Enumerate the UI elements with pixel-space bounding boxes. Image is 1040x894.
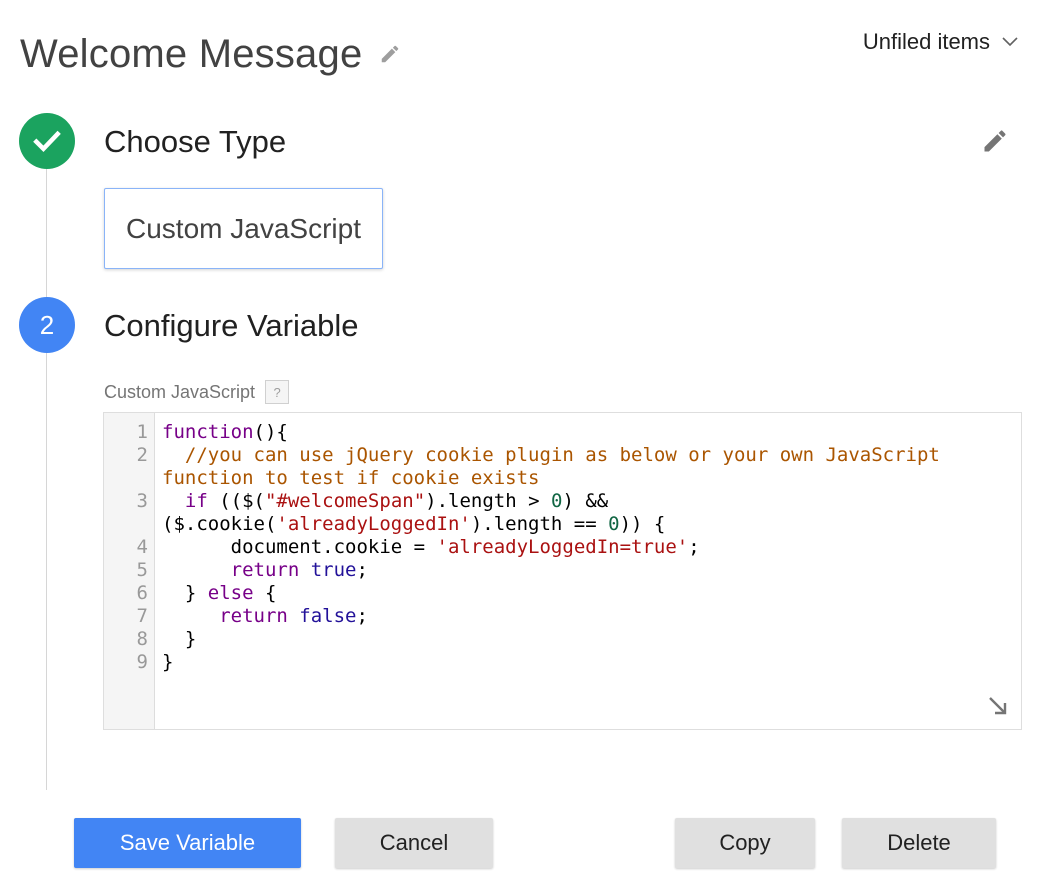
- copy-button[interactable]: Copy: [675, 818, 815, 868]
- step1-complete-badge: [19, 113, 75, 169]
- step1-title: Choose Type: [104, 124, 287, 159]
- save-variable-button[interactable]: Save Variable: [74, 818, 301, 868]
- cancel-button[interactable]: Cancel: [335, 818, 493, 868]
- code-text[interactable]: function(){ //you can use jQuery cookie …: [162, 421, 1014, 674]
- variable-type-label: Custom JavaScript: [126, 212, 361, 244]
- line-number: 1 2 3 4 5 6 7 8 9: [136, 421, 148, 673]
- code-area[interactable]: 1 2 3 4 5 6 7 8 9 function(){ //you can …: [104, 421, 1021, 674]
- checkmark-icon: [33, 130, 61, 153]
- variable-type-card[interactable]: Custom JavaScript: [104, 188, 383, 269]
- help-icon[interactable]: ?: [265, 380, 290, 404]
- folder-select[interactable]: Unfiled items: [863, 28, 1018, 56]
- chevron-down-icon: [1002, 37, 1018, 47]
- step2-number: 2: [39, 309, 55, 340]
- code-editor[interactable]: 1 2 3 4 5 6 7 8 9 function(){ //you can …: [103, 412, 1022, 730]
- step2-title: Configure Variable: [104, 308, 359, 343]
- pencil-icon[interactable]: [379, 43, 401, 65]
- stepper-line: [46, 168, 47, 790]
- delete-button[interactable]: Delete: [842, 818, 996, 868]
- page-title: Welcome Message: [20, 32, 363, 76]
- custom-js-label: Custom JavaScript: [104, 381, 256, 402]
- step2-badge: 2: [19, 297, 75, 353]
- pencil-icon[interactable]: [981, 127, 1009, 155]
- field-label: Custom JavaScript ?: [104, 380, 290, 404]
- resize-arrow-icon[interactable]: [987, 695, 1009, 717]
- folder-label: Unfiled items: [862, 29, 990, 54]
